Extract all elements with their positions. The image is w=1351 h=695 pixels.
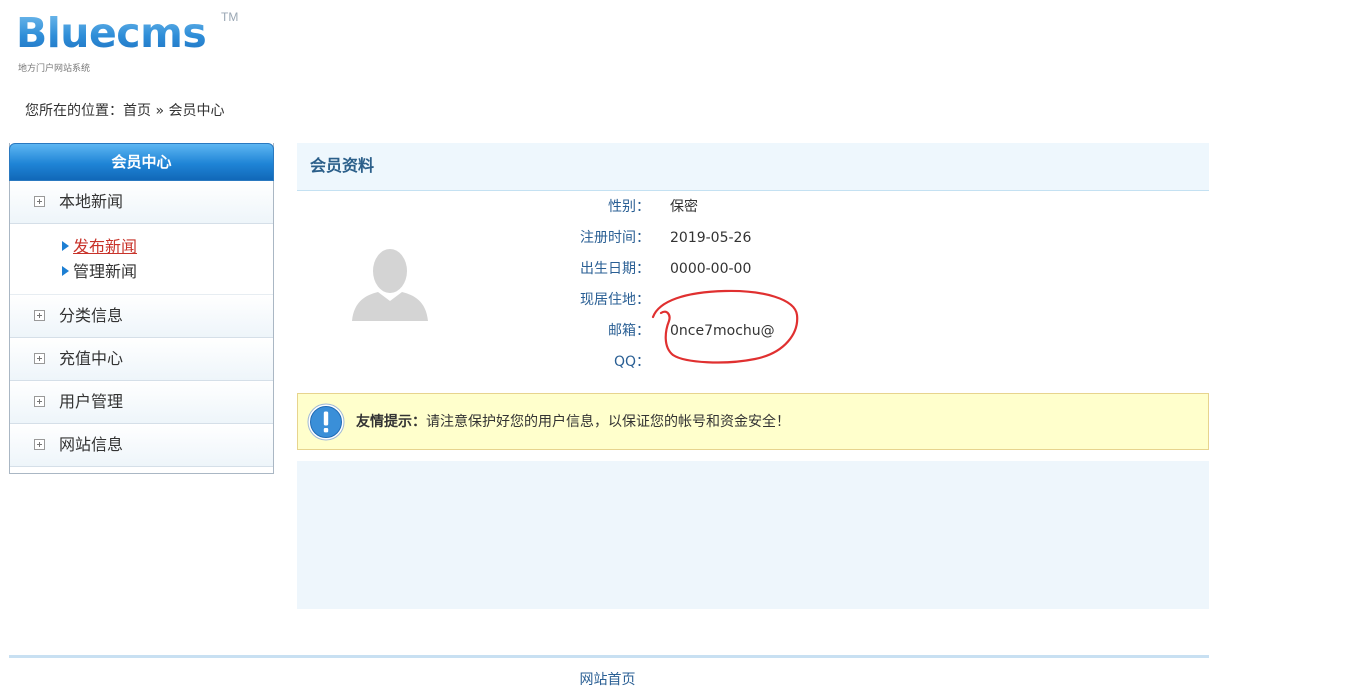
tip-title: 友情提示： — [356, 414, 426, 430]
plus-square-icon — [34, 353, 45, 364]
sidebar-item-publish-news[interactable]: 发布新闻 — [62, 234, 273, 259]
profile-row-qq: QQ： — [540, 351, 940, 373]
sidebar-group-label: 本地新闻 — [59, 192, 124, 211]
tip-text: 友情提示：请注意保护好您的用户信息，以保证您的帐号和资金安全！ — [356, 411, 790, 431]
profile-row-email: 邮箱： 0nce7mochu@ — [540, 320, 940, 342]
plus-square-icon — [34, 310, 45, 321]
breadcrumb-separator: » — [151, 103, 169, 119]
sidebar-group-label: 用户管理 — [59, 392, 124, 411]
arrow-right-icon — [62, 266, 69, 276]
profile-title: 会员资料 — [310, 156, 375, 175]
sidebar-group-classified[interactable]: 分类信息 — [10, 295, 273, 338]
breadcrumb-home-link[interactable]: 首页 — [123, 103, 151, 119]
logo-brand: Bluecms — [16, 9, 207, 57]
plus-square-icon — [34, 196, 45, 207]
qq-label: QQ： — [613, 354, 650, 370]
profile-row-register-time: 注册时间： 2019-05-26 — [540, 227, 940, 249]
profile-row-birthday: 出生日期： 0000-00-00 — [540, 258, 940, 280]
profile-panel-title: 会员资料 — [297, 143, 1209, 191]
register-time-value: 2019-05-26 — [670, 230, 752, 246]
sidebar-item-label: 管理新闻 — [73, 262, 138, 281]
birthday-value: 0000-00-00 — [670, 261, 752, 277]
breadcrumb-current: 会员中心 — [168, 103, 225, 119]
sidebar-group-label: 分类信息 — [59, 306, 124, 325]
site-logo[interactable]: Bluecms TM 地方门户网站系统 — [16, 8, 246, 78]
sidebar-group-site-info[interactable]: 网站信息 — [10, 424, 273, 467]
breadcrumb: 您所在的位置：首页 » 会员中心 — [25, 100, 224, 120]
gender-label: 性别： — [608, 199, 650, 215]
sidebar-group-local-news[interactable]: 本地新闻 — [10, 181, 273, 224]
content-area — [297, 461, 1209, 609]
sidebar-group-user-management[interactable]: 用户管理 — [10, 381, 273, 424]
sidebar-group-recharge[interactable]: 充值中心 — [10, 338, 273, 381]
birthday-label: 出生日期： — [580, 261, 650, 277]
info-icon — [307, 403, 345, 441]
residence-label: 现居住地： — [580, 292, 650, 308]
plus-square-icon — [34, 396, 45, 407]
footer-divider — [9, 655, 1209, 658]
sidebar-group-label: 充值中心 — [59, 349, 124, 368]
sidebar-submenu-local-news: 发布新闻 管理新闻 — [10, 224, 273, 295]
arrow-right-icon — [62, 241, 69, 251]
register-time-label: 注册时间： — [580, 230, 650, 246]
sidebar-group-label: 网站信息 — [59, 435, 124, 454]
email-label: 邮箱： — [608, 323, 650, 339]
gender-value: 保密 — [670, 199, 698, 215]
tip-box: 友情提示：请注意保护好您的用户信息，以保证您的帐号和资金安全！ — [297, 393, 1209, 450]
sidebar-title: 会员中心 — [9, 143, 274, 181]
logo-tagline: 地方门户网站系统 — [18, 64, 91, 74]
logo-trademark: TM — [221, 10, 239, 24]
footer-home-link[interactable]: 网站首页 — [0, 669, 1215, 689]
default-avatar-icon — [352, 249, 428, 321]
email-value: 0nce7mochu@ — [670, 323, 775, 339]
tip-message: 请注意保护好您的用户信息，以保证您的帐号和资金安全！ — [426, 414, 790, 430]
member-sidebar: 会员中心 本地新闻 发布新闻 管理新闻 分类信息 充值中心 用户管理 网站信息 — [9, 143, 274, 474]
profile-row-gender: 性别： 保密 — [540, 196, 940, 218]
breadcrumb-prefix: 您所在的位置： — [25, 103, 123, 119]
profile-row-residence: 现居住地： — [540, 289, 940, 311]
sidebar-item-label: 发布新闻 — [73, 237, 138, 256]
sidebar-item-manage-news[interactable]: 管理新闻 — [62, 259, 273, 284]
plus-square-icon — [34, 439, 45, 450]
